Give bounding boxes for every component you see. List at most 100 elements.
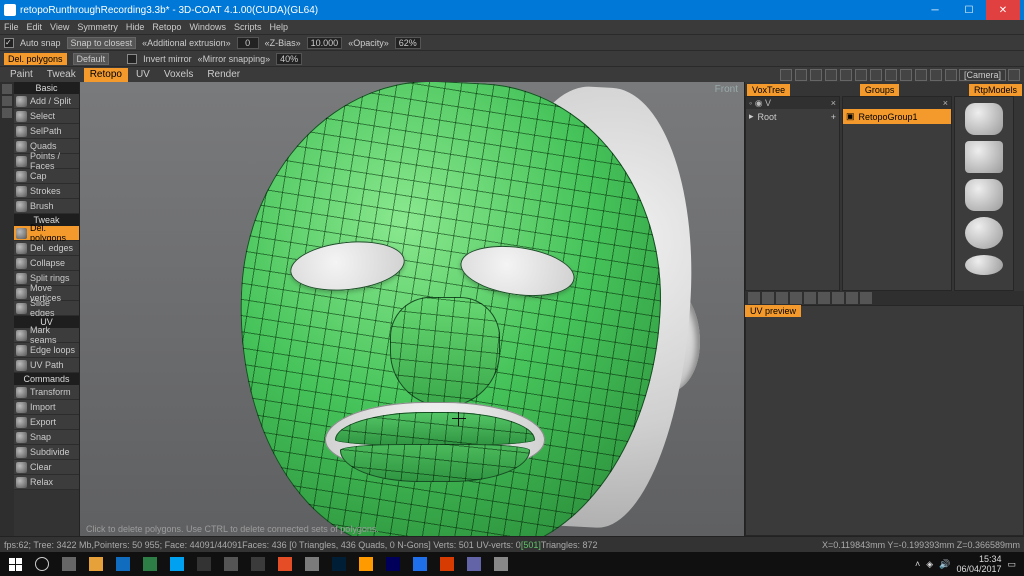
tool-snap[interactable]: Snap — [14, 430, 79, 445]
vp-icon[interactable] — [840, 69, 852, 81]
taskbar-app[interactable] — [272, 553, 298, 575]
extrusion-value[interactable]: 0 — [237, 37, 259, 49]
tool-relax[interactable]: Relax — [14, 475, 79, 490]
menu-hide[interactable]: Hide — [126, 22, 145, 32]
tool-select[interactable]: Select — [14, 109, 79, 124]
vp-icon[interactable] — [1008, 69, 1020, 81]
tray-volume-icon[interactable]: 🔊 — [939, 559, 950, 570]
vp-icon[interactable] — [870, 69, 882, 81]
side-icon[interactable] — [2, 108, 12, 118]
opacity-value[interactable]: 62% — [395, 37, 421, 49]
prim-sphere[interactable] — [965, 217, 1003, 249]
prim-cylinder[interactable] — [965, 103, 1003, 135]
retopo-group-row[interactable]: ▣RetopoGroup1 — [843, 109, 951, 124]
taskbar-app[interactable] — [110, 553, 136, 575]
tool-transform[interactable]: Transform — [14, 385, 79, 400]
tool-del-edges[interactable]: Del. edges — [14, 241, 79, 256]
taskbar-app[interactable] — [353, 553, 379, 575]
tool-strokes[interactable]: Strokes — [14, 184, 79, 199]
camera-dropdown[interactable]: [Camera] — [959, 69, 1006, 81]
vp-icon[interactable] — [810, 69, 822, 81]
tray-network-icon[interactable]: ◈ — [926, 559, 933, 570]
panel-close-icon[interactable]: × — [943, 98, 948, 108]
mode-uv[interactable]: UV — [130, 68, 156, 82]
close-button[interactable]: ✕ — [986, 0, 1020, 20]
taskbar-app[interactable] — [299, 553, 325, 575]
taskbar-app[interactable] — [326, 553, 352, 575]
viewport[interactable]: Front Click to delete polygons. Use CTRL… — [80, 82, 744, 536]
tool-clear[interactable]: Clear — [14, 460, 79, 475]
tool-subdivide[interactable]: Subdivide — [14, 445, 79, 460]
menu-retopo[interactable]: Retopo — [152, 22, 181, 32]
tool-points-faces[interactable]: Points / Faces — [14, 154, 79, 169]
tab-groups[interactable]: Groups — [860, 84, 900, 96]
menu-symmetry[interactable]: Symmetry — [77, 22, 118, 32]
taskbar-app[interactable] — [461, 553, 487, 575]
mode-render[interactable]: Render — [201, 68, 246, 82]
mode-retopo[interactable]: Retopo — [84, 68, 128, 82]
tool-brush[interactable]: Brush — [14, 199, 79, 214]
vp-icon[interactable] — [915, 69, 927, 81]
tool-edge-loops[interactable]: Edge loops — [14, 343, 79, 358]
mini-icon[interactable] — [776, 292, 788, 304]
tab-voxtree[interactable]: VoxTree — [747, 84, 790, 96]
side-icon[interactable] — [2, 96, 12, 106]
tool-cap[interactable]: Cap — [14, 169, 79, 184]
tool-del-polygons[interactable]: Del. polygons — [14, 226, 79, 241]
tool-import[interactable]: Import — [14, 400, 79, 415]
uv-preview-tab[interactable]: UV preview — [745, 305, 801, 317]
vp-icon[interactable] — [855, 69, 867, 81]
taskbar-app[interactable] — [191, 553, 217, 575]
mini-icon[interactable] — [804, 292, 816, 304]
taskbar-app[interactable] — [164, 553, 190, 575]
menu-file[interactable]: File — [4, 22, 19, 32]
vp-icon[interactable] — [900, 69, 912, 81]
taskbar-app[interactable] — [83, 553, 109, 575]
prim-tube[interactable] — [965, 179, 1003, 211]
prim-ellipse[interactable] — [965, 255, 1003, 275]
tool-mark-seams[interactable]: Mark seams — [14, 328, 79, 343]
mode-voxels[interactable]: Voxels — [158, 68, 199, 82]
mode-paint[interactable]: Paint — [4, 68, 39, 82]
tray-chevron-icon[interactable]: ˄ — [915, 559, 920, 569]
mini-icon[interactable] — [748, 292, 760, 304]
search-icon[interactable] — [29, 553, 55, 575]
panel-close-icon[interactable]: × — [831, 98, 836, 108]
taskbar-app[interactable] — [434, 553, 460, 575]
maximize-button[interactable]: ☐ — [952, 0, 986, 20]
prim-cube[interactable] — [965, 141, 1003, 173]
zbias-value[interactable]: 10.000 — [307, 37, 343, 49]
system-tray[interactable]: ˄ ◈ 🔊 15:34 06/04/2017 ▭ — [915, 554, 1022, 574]
mini-icon[interactable] — [762, 292, 774, 304]
mini-icon[interactable] — [818, 292, 830, 304]
snap-mode-dropdown[interactable]: Snap to closest — [67, 37, 137, 49]
tool-export[interactable]: Export — [14, 415, 79, 430]
tool-chip[interactable]: Del. polygons — [4, 53, 67, 65]
panel-uv-preview[interactable]: UV preview — [745, 305, 1024, 536]
tool-collapse[interactable]: Collapse — [14, 256, 79, 271]
tab-rtpmodels[interactable]: RtpModels — [969, 84, 1022, 96]
taskbar-app[interactable] — [407, 553, 433, 575]
menu-windows[interactable]: Windows — [189, 22, 226, 32]
menu-help[interactable]: Help — [269, 22, 288, 32]
vp-icon[interactable] — [945, 69, 957, 81]
mini-icon[interactable] — [832, 292, 844, 304]
side-icon[interactable] — [2, 84, 12, 94]
taskbar-app[interactable] — [245, 553, 271, 575]
vp-icon[interactable] — [885, 69, 897, 81]
mirror-snap-value[interactable]: 40% — [276, 53, 302, 65]
mini-icon[interactable] — [846, 292, 858, 304]
vp-icon[interactable] — [930, 69, 942, 81]
mini-icon[interactable] — [790, 292, 802, 304]
mode-tweak[interactable]: Tweak — [41, 68, 82, 82]
vp-icon[interactable] — [825, 69, 837, 81]
taskbar-app[interactable] — [218, 553, 244, 575]
notifications-icon[interactable]: ▭ — [1007, 559, 1016, 570]
mini-icon[interactable] — [860, 292, 872, 304]
tool-slide-edges[interactable]: Slide edges — [14, 301, 79, 316]
taskview-icon[interactable] — [56, 553, 82, 575]
autosnap-checkbox[interactable] — [4, 38, 14, 48]
tool-uv-path[interactable]: UV Path — [14, 358, 79, 373]
menu-view[interactable]: View — [50, 22, 69, 32]
menu-scripts[interactable]: Scripts — [234, 22, 262, 32]
